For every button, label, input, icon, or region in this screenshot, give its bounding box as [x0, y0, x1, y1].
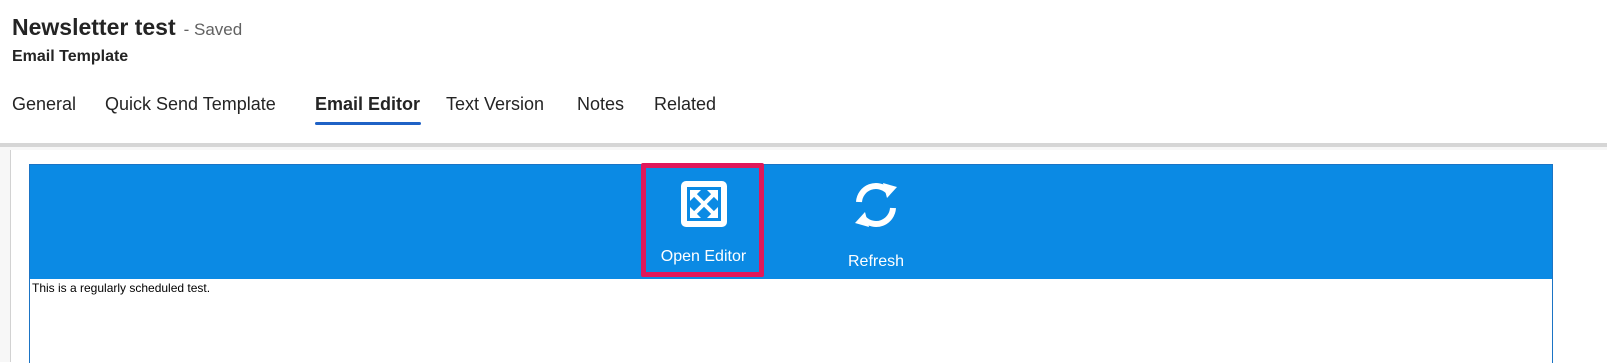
record-title: Newsletter test [12, 14, 176, 40]
tab-email-editor[interactable]: Email Editor [315, 94, 420, 115]
tab-notes[interactable]: Notes [577, 94, 624, 115]
refresh-label: Refresh [847, 253, 905, 270]
save-status: - Saved [183, 20, 243, 39]
active-tab-indicator [315, 122, 421, 125]
tab-quick-send-template[interactable]: Quick Send Template [105, 94, 276, 115]
title-row: Newsletter test - Saved [12, 14, 242, 41]
refresh-button[interactable]: Refresh [820, 165, 932, 277]
open-editor-button[interactable]: Open Editor [647, 168, 760, 271]
email-editor-frame: Open Editor Refresh This is a regularly … [29, 164, 1553, 363]
entity-type-label: Email Template [12, 48, 129, 65]
refresh-icon [850, 179, 902, 231]
tab-general[interactable]: General [12, 94, 76, 115]
record-header: Newsletter test - Saved Email Template G… [0, 0, 1607, 146]
tab-text-version[interactable]: Text Version [446, 94, 544, 115]
editor-toolbar: Open Editor Refresh [30, 165, 1552, 279]
email-body-text[interactable]: This is a regularly scheduled test. [32, 281, 210, 295]
tab-related[interactable]: Related [654, 94, 716, 115]
open-editor-label: Open Editor [660, 248, 747, 265]
expand-icon [678, 178, 730, 230]
